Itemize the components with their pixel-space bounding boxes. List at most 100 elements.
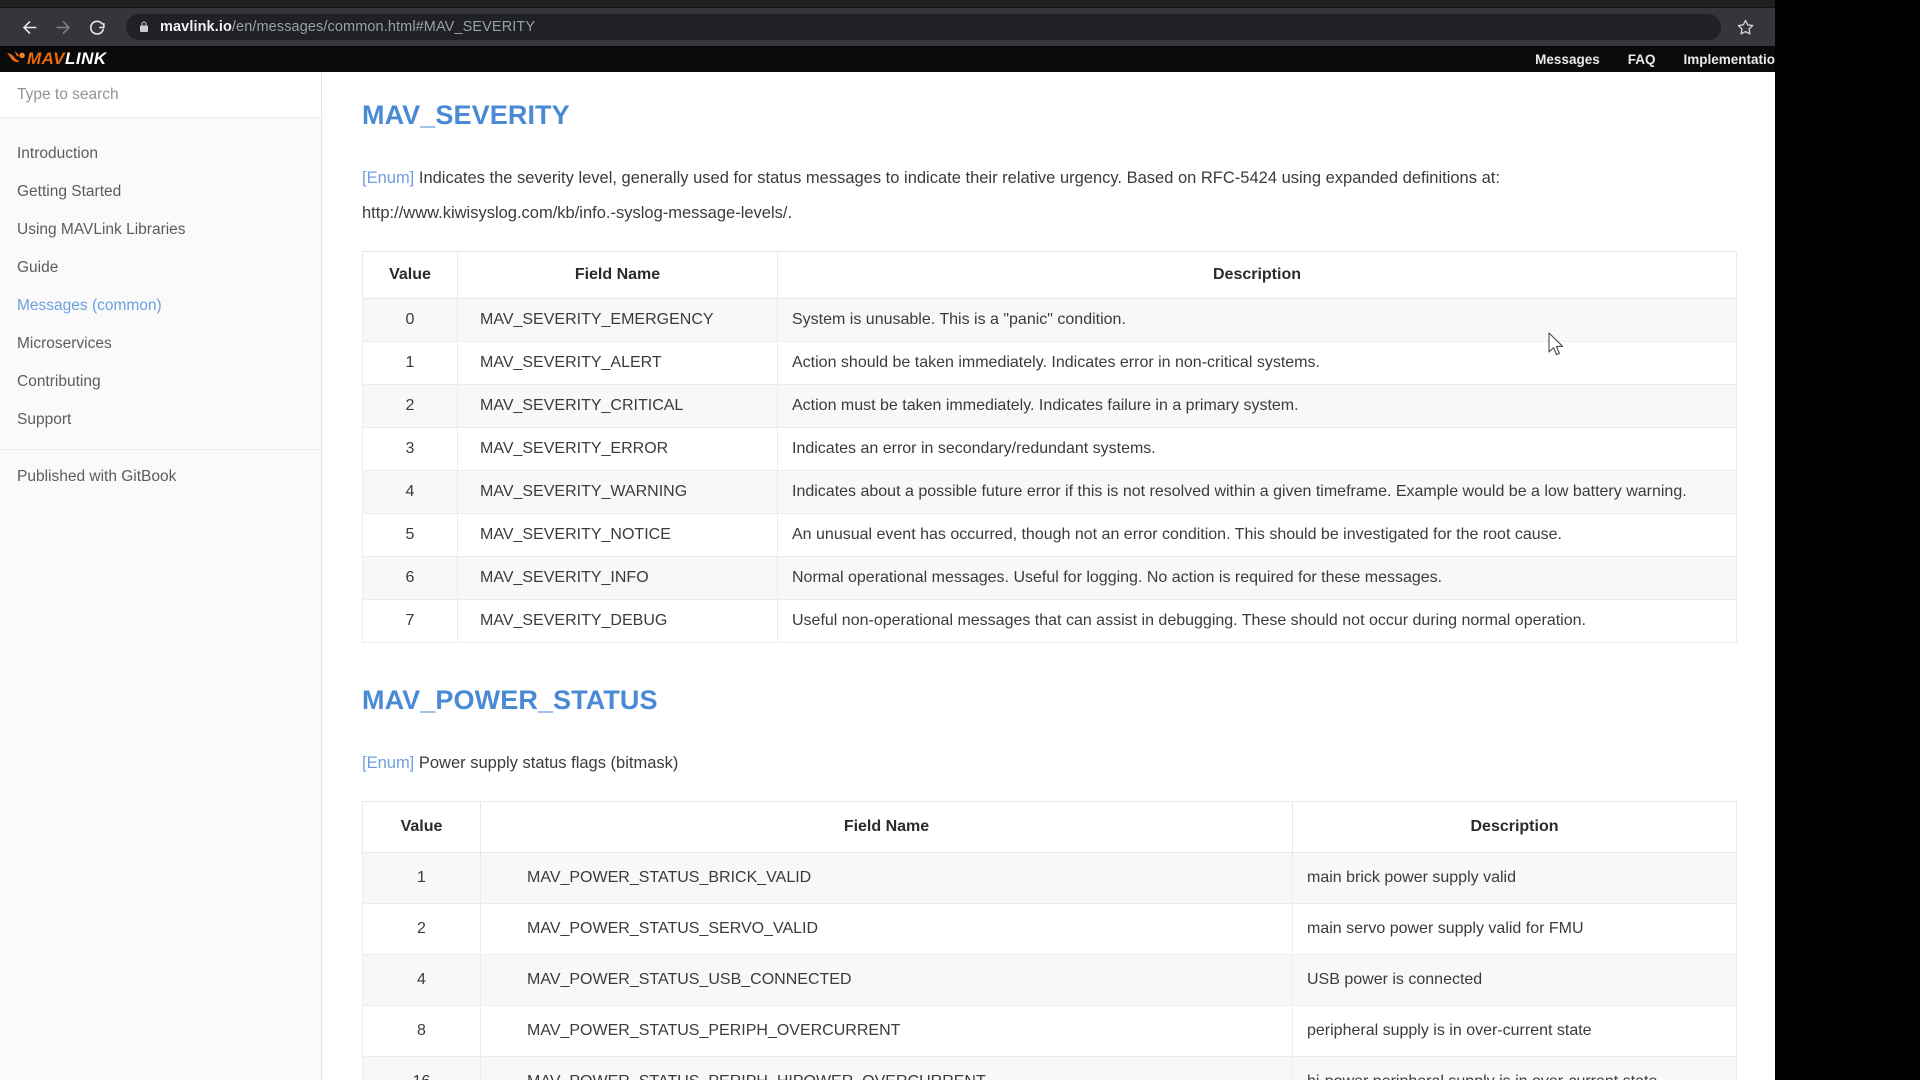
nav-item-implementation[interactable]: Implementatio — [1683, 52, 1775, 67]
site-nav: Messages FAQ Implementatio — [1535, 46, 1775, 72]
column-header-value: Value — [362, 251, 458, 299]
cell-description: USB power is connected — [1292, 954, 1737, 1006]
cell-value: 7 — [362, 599, 458, 643]
cell-field-name[interactable]: MAV_POWER_STATUS_USB_CONNECTED — [480, 954, 1293, 1006]
sidebar-item-contributing[interactable]: Contributing — [0, 363, 321, 401]
sidebar-item-using-mavlink-libraries[interactable]: Using MAVLink Libraries — [0, 211, 321, 249]
cell-description: hi-power peripheral supply is in over-cu… — [1292, 1056, 1737, 1080]
column-header-field-name: Field Name — [480, 801, 1293, 853]
table-row: 16MAV_POWER_STATUS_PERIPH_HIPOWER_OVERCU… — [362, 1056, 1737, 1080]
cell-value: 4 — [362, 470, 458, 514]
lock-icon — [138, 20, 150, 34]
table-row: 7 MAV_SEVERITY_DEBUG Useful non-operationa… — [362, 599, 1737, 643]
cell-description: System is unusable. This is a "panic" co… — [777, 298, 1737, 342]
enum-tag: [Enum] — [362, 169, 415, 187]
sidebar-item-microservices[interactable]: Microservices — [0, 325, 321, 363]
cell-field-name[interactable]: MAV_SEVERITY_DEBUG — [457, 599, 778, 643]
table-row: 4 MAV_SEVERITY_WARNING Indicates about a p… — [362, 470, 1737, 514]
section-description-mav-severity: [Enum] Indicates the severity level, gen… — [362, 161, 1692, 231]
table-row: 2 MAV_POWER_STATUS_SERVO_VALID main servo … — [362, 903, 1737, 955]
reload-button[interactable] — [82, 12, 112, 42]
cell-value: 1 — [362, 852, 481, 904]
sidebar-nav-list: Introduction Getting Started Using MAVLi… — [0, 118, 321, 439]
browser-window: mavlink.io/en/messages/common.html#MAV_S… — [0, 0, 1775, 1080]
search-input[interactable] — [17, 85, 304, 104]
cell-value: 5 — [362, 513, 458, 557]
cell-value: 8 — [362, 1005, 481, 1057]
table-row: 3 MAV_SEVERITY_ERROR Indicates an error in… — [362, 427, 1737, 471]
table-row: 0 MAV_SEVERITY_EMERGENCY System is unusabl… — [362, 298, 1737, 342]
site-header: MAV LINK Messages FAQ Implementatio — [0, 46, 1775, 72]
nav-item-messages[interactable]: Messages — [1535, 52, 1600, 67]
logo-text-link: LINK — [65, 49, 107, 68]
enum-tag: [Enum] — [362, 754, 415, 772]
cell-value: 2 — [362, 384, 458, 428]
cell-field-name[interactable]: MAV_SEVERITY_INFO — [457, 556, 778, 600]
cell-description: Useful non-operational messages that can… — [777, 599, 1737, 643]
section-description-mav-power-status: [Enum] Power supply status flags (bitmas… — [362, 746, 1692, 781]
cell-field-name[interactable]: MAV_SEVERITY_EMERGENCY — [457, 298, 778, 342]
browser-toolbar: mavlink.io/en/messages/common.html#MAV_S… — [0, 8, 1775, 46]
cell-field-name[interactable]: MAV_SEVERITY_ERROR — [457, 427, 778, 471]
mavlink-bird-icon — [6, 50, 26, 68]
address-bar[interactable]: mavlink.io/en/messages/common.html#MAV_S… — [126, 14, 1721, 40]
sidebar-item-support[interactable]: Support — [0, 401, 321, 439]
table-row: 6 MAV_SEVERITY_INFO Normal operational mes… — [362, 556, 1737, 600]
cell-value: 16 — [362, 1056, 481, 1080]
cell-description: peripheral supply is in over-current sta… — [1292, 1005, 1737, 1057]
sidebar-item-getting-started[interactable]: Getting Started — [0, 173, 321, 211]
column-header-value: Value — [362, 801, 481, 853]
cell-field-name[interactable]: MAV_SEVERITY_CRITICAL — [457, 384, 778, 428]
cell-field-name[interactable]: MAV_POWER_STATUS_PERIPH_OVERCURRENT — [480, 1005, 1293, 1057]
table-row: 4 MAV_POWER_STATUS_USB_CONNECTED USB power… — [362, 954, 1737, 1006]
column-header-description: Description — [777, 251, 1737, 299]
table-row: 8 MAV_POWER_STATUS_PERIPH_OVERCURRENT peri… — [362, 1005, 1737, 1057]
table-mav-severity: Value Field Name Description 0 MAV_SEVERI… — [362, 251, 1737, 643]
cell-description: Indicates about a possible future error … — [777, 470, 1737, 514]
column-header-field-name: Field Name — [457, 251, 778, 299]
cell-description: Action should be taken immediately. Indi… — [777, 341, 1737, 385]
table-row: 2 MAV_SEVERITY_CRITICAL Action must be tak… — [362, 384, 1737, 428]
cell-description: main servo power supply valid for FMU — [1292, 903, 1737, 955]
sidebar-item-messages-common[interactable]: Messages (common) — [0, 287, 321, 325]
sidebar-footer: Published with GitBook — [0, 449, 321, 504]
cell-field-name[interactable]: MAV_POWER_STATUS_BRICK_VALID — [480, 852, 1293, 904]
cell-description: main brick power supply valid — [1292, 852, 1737, 904]
cell-value: 1 — [362, 341, 458, 385]
url-domain: mavlink.io — [160, 19, 232, 35]
column-header-description: Description — [1292, 801, 1737, 853]
table-header-row: Value Field Name Description — [362, 801, 1737, 853]
forward-button[interactable] — [48, 12, 78, 42]
table-row: 5 MAV_SEVERITY_NOTICE An unusual event has… — [362, 513, 1737, 557]
cell-field-name[interactable]: MAV_SEVERITY_ALERT — [457, 341, 778, 385]
cell-description: Normal operational messages. Useful for … — [777, 556, 1737, 600]
sidebar-item-introduction[interactable]: Introduction — [0, 135, 321, 173]
url-path: /en/messages/common.html#MAV_SEVERITY — [231, 19, 536, 35]
star-icon[interactable] — [1731, 13, 1759, 41]
enum-description: Indicates the severity level, generally … — [362, 169, 1500, 222]
cell-value: 3 — [362, 427, 458, 471]
published-with-gitbook-link[interactable]: Published with GitBook — [17, 468, 176, 485]
enum-description: Power supply status flags (bitmask) — [414, 754, 679, 772]
page-shell: Introduction Getting Started Using MAVLi… — [0, 72, 1775, 1080]
section-title-mav-power-status: MAV_POWER_STATUS — [362, 685, 658, 715]
mavlink-logo[interactable]: MAV LINK — [0, 49, 107, 69]
logo-text-mav: MAV — [27, 49, 66, 68]
cell-field-name[interactable]: MAV_SEVERITY_NOTICE — [457, 513, 778, 557]
cell-value: 4 — [362, 954, 481, 1006]
cell-description: Action must be taken immediately. Indica… — [777, 384, 1737, 428]
cell-value: 0 — [362, 298, 458, 342]
sidebar-item-guide[interactable]: Guide — [0, 249, 321, 287]
table-header-row: Value Field Name Description — [362, 251, 1737, 299]
tab-strip — [0, 0, 1775, 8]
nav-item-faq[interactable]: FAQ — [1628, 52, 1656, 67]
cell-field-name[interactable]: MAV_SEVERITY_WARNING — [457, 470, 778, 514]
sidebar-search[interactable] — [0, 72, 321, 118]
cell-value: 2 — [362, 903, 481, 955]
cell-field-name[interactable]: MAV_POWER_STATUS_SERVO_VALID — [480, 903, 1293, 955]
sidebar: Introduction Getting Started Using MAVLi… — [0, 72, 322, 1080]
cell-field-name[interactable]: MAV_POWER_STATUS_PERIPH_HIPOWER_OVERCURR… — [480, 1056, 1293, 1080]
cell-description: Indicates an error in secondary/redundan… — [777, 427, 1737, 471]
back-button[interactable] — [14, 12, 44, 42]
content-area: MAV_SEVERITY [Enum] Indicates the severi… — [322, 72, 1775, 1080]
